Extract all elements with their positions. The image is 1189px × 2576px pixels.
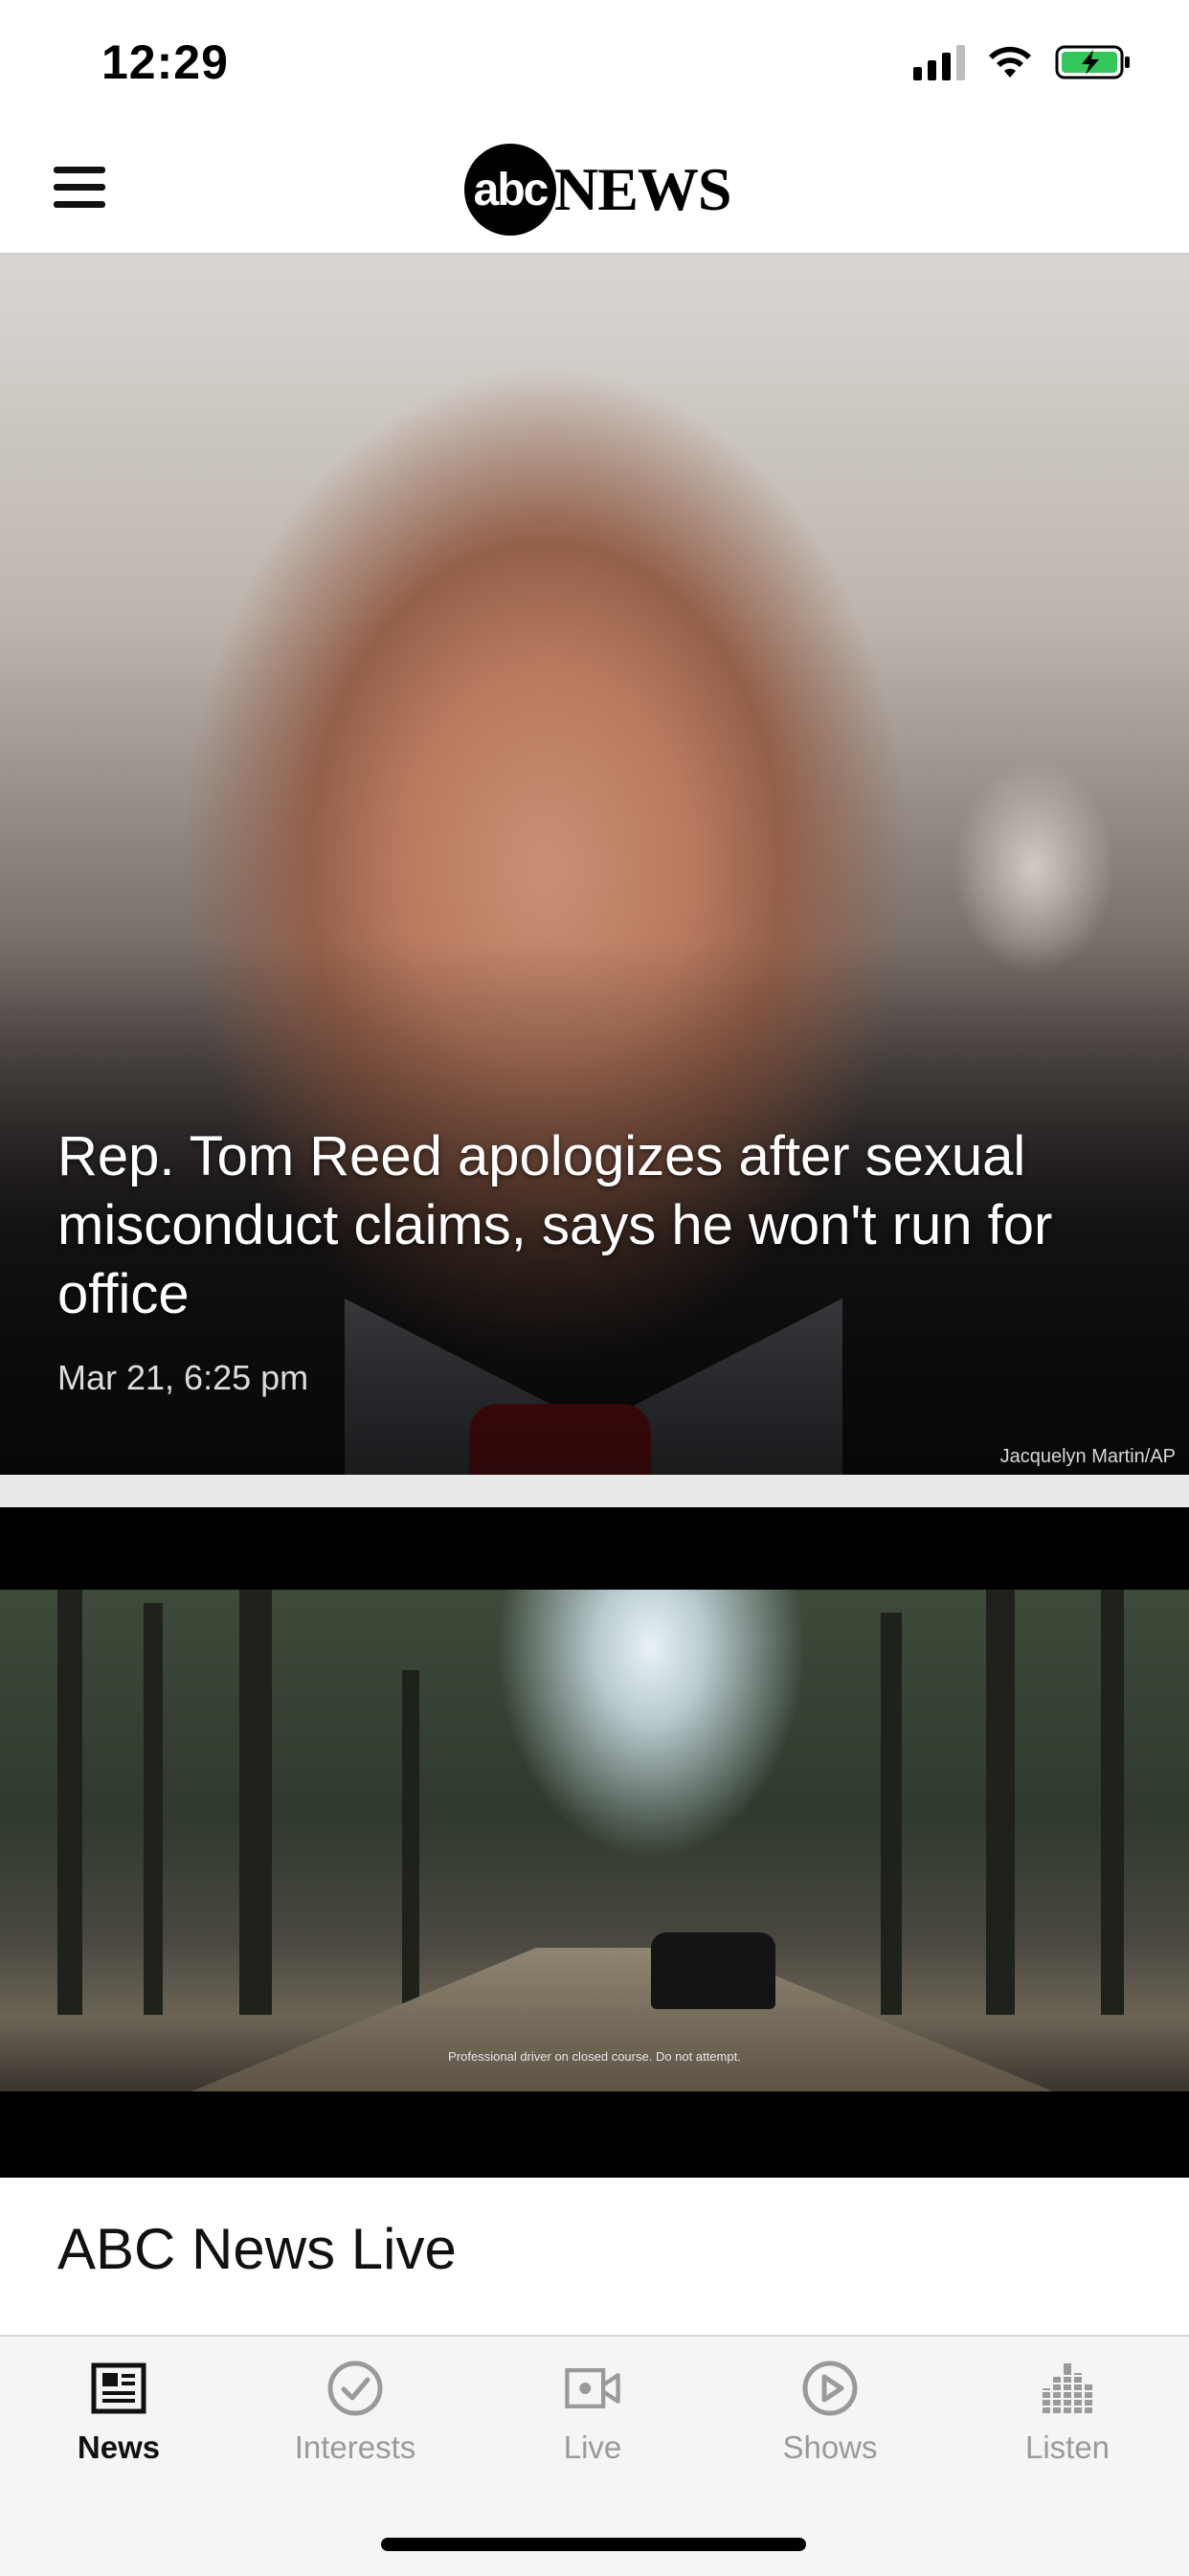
battery-charging-icon [1055,45,1130,79]
video-ad[interactable]: Professional driver on closed course. Do… [0,1507,1189,2178]
hero-headline[interactable]: Rep. Tom Reed apologizes after sexual mi… [57,1122,1139,1329]
tree [402,1670,419,2015]
hero-timestamp: Mar 21, 6:25 pm [57,1358,309,1397]
tab-listen[interactable]: Listen [972,2360,1163,2466]
tab-label: Listen [1024,2429,1110,2465]
section-divider [0,1475,1189,1507]
photo-credit: Jacquelyn Martin/AP [999,1446,1176,1467]
suv-vehicle [651,1932,775,2009]
tree [1101,1590,1124,2015]
wifi-icon [989,46,1031,78]
abc-news-logo: abc NEWS [464,144,731,236]
newspaper-icon [91,2362,146,2414]
tab-news[interactable]: News [23,2360,214,2466]
section-title[interactable]: ABC News Live [57,2216,457,2282]
tree [144,1603,163,2015]
tab-shows[interactable]: Shows [734,2360,926,2466]
abc-news-live-section: ABC News Live [0,2178,1189,2335]
app-header: abc NEWS [0,124,1189,255]
logo-mark: abc [464,144,556,236]
play-circle-icon [802,2361,858,2416]
checkmark-circle-icon [327,2361,383,2416]
audio-bars-icon [1039,2363,1096,2413]
tab-label: News [77,2429,161,2465]
status-bar: 12:29 [0,0,1189,124]
video-camera-icon [565,2368,620,2408]
tab-label: Shows [782,2429,878,2465]
tree [986,1590,1015,2015]
ad-disclaimer: Professional driver on closed course. Do… [448,2049,741,2064]
tab-interests[interactable]: Interests [259,2360,451,2466]
home-indicator[interactable] [381,2538,806,2551]
tab-live[interactable]: Live [497,2360,688,2466]
logo-word: NEWS [554,155,731,223]
tab-label: Interests [294,2429,416,2465]
ad-video-frame: Professional driver on closed course. Do… [0,1590,1189,2091]
status-time: 12:29 [101,35,229,89]
tree [239,1590,272,2015]
status-icons [913,44,1132,80]
tab-label: Live [563,2429,622,2465]
cellular-signal-icon [913,44,965,80]
dirt-road [191,1948,1053,2091]
tree [57,1590,82,2015]
tree [881,1613,902,2015]
hamburger-menu-icon[interactable] [54,167,105,213]
